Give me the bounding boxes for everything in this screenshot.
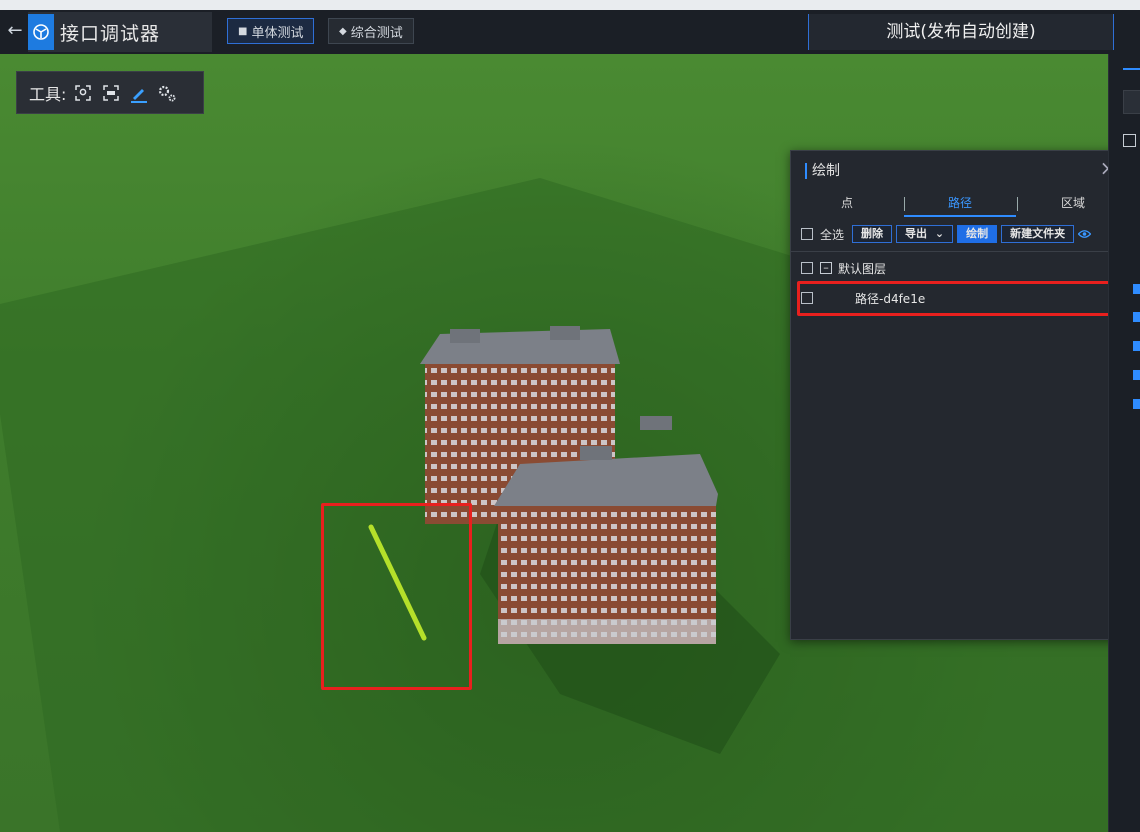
cube-icon: ■ xyxy=(238,25,248,37)
visibility-eye-icon[interactable] xyxy=(1078,228,1092,241)
action-bar: 全选 删除 导出 ⌄ 绘制 新建文件夹 xyxy=(801,223,1108,245)
gears-icon[interactable] xyxy=(156,82,178,104)
layers-icon: ◆ xyxy=(339,25,347,37)
highlight-box-path xyxy=(321,503,472,690)
draw-type-tabs: 点 路径 区域 xyxy=(791,193,1108,217)
delete-button[interactable]: 删除 xyxy=(852,225,893,243)
location-icon[interactable] xyxy=(72,82,94,104)
tab-label: 综合测试 xyxy=(350,25,403,41)
side-link-marker[interactable] xyxy=(1133,312,1140,322)
top-bar: ← 接口调试器 ■ 单体测试 ◆ 综合测试 测试(发布自动创建) xyxy=(0,0,1140,54)
close-icon[interactable]: × xyxy=(1099,158,1108,178)
tab-point[interactable]: 点 xyxy=(791,193,903,215)
draw-button[interactable]: 绘制 xyxy=(957,225,998,243)
layer-row-default[interactable]: – 默认图层 xyxy=(801,257,1108,279)
side-link-marker[interactable] xyxy=(1133,370,1140,380)
divider xyxy=(791,251,1108,252)
app-title: 接口调试器 xyxy=(60,22,161,45)
back-arrow-icon[interactable]: ← xyxy=(6,20,24,42)
app-logo-icon xyxy=(28,14,54,50)
chevron-down-icon: ⌄ xyxy=(934,227,945,240)
export-dropdown[interactable]: 导出 ⌄ xyxy=(896,225,954,243)
right-side-panel-edge xyxy=(1108,54,1140,832)
tab-integrated-test[interactable]: ◆ 综合测试 xyxy=(328,18,414,44)
layer-name: 默认图层 xyxy=(838,261,887,276)
side-collapse-icon[interactable] xyxy=(1123,134,1136,147)
toolbox-label: 工具: xyxy=(29,84,67,104)
side-link-marker[interactable] xyxy=(1133,399,1140,409)
select-all-label: 全选 xyxy=(820,227,845,242)
tab-path[interactable]: 路径 xyxy=(904,193,1016,217)
side-tab-indicator xyxy=(1123,68,1140,70)
new-folder-button[interactable]: 新建文件夹 xyxy=(1001,225,1075,243)
tab-area[interactable]: 区域 xyxy=(1017,193,1108,215)
map-viewport[interactable]: 工具: 绘制 × 点 路径 区域 全选 删除 导出 ⌄ 绘制 新建文件夹 – 默… xyxy=(0,54,1108,832)
measure-icon[interactable] xyxy=(100,82,122,104)
toolbox: 工具: xyxy=(16,71,204,114)
highlight-box-item xyxy=(797,281,1108,316)
select-all-checkbox[interactable] xyxy=(801,228,813,240)
side-link-marker[interactable] xyxy=(1133,341,1140,351)
tab-single-test[interactable]: ■ 单体测试 xyxy=(227,18,315,44)
pencil-icon[interactable] xyxy=(128,82,150,104)
app-brand: 接口调试器 xyxy=(28,12,212,52)
export-label: 导出 xyxy=(905,227,928,240)
scene-title: 测试(发布自动创建) xyxy=(808,14,1114,50)
collapse-icon[interactable]: – xyxy=(820,262,832,274)
side-select[interactable] xyxy=(1123,90,1140,114)
panel-title: 绘制 xyxy=(805,163,840,179)
tab-label: 单体测试 xyxy=(251,25,304,41)
draw-panel: 绘制 × 点 路径 区域 全选 删除 导出 ⌄ 绘制 新建文件夹 – 默认图层 … xyxy=(790,150,1108,640)
layer-checkbox[interactable] xyxy=(801,262,813,274)
side-link-marker[interactable] xyxy=(1133,284,1140,294)
